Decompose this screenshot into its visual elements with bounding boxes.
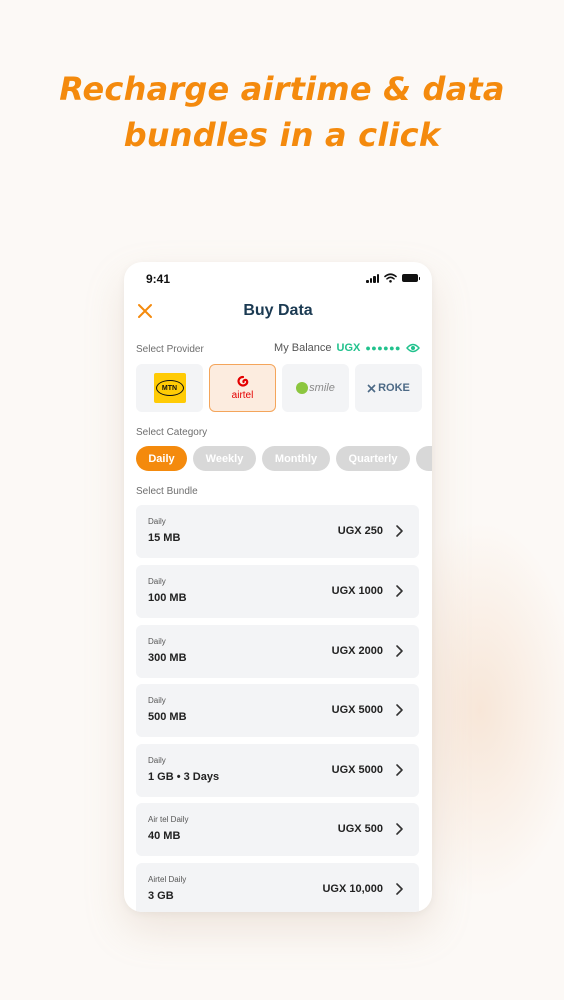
airtel-logo: airtel — [231, 375, 254, 401]
balance-currency: UGX — [336, 342, 361, 354]
bundle-caption: Daily — [148, 756, 166, 765]
balance-label: My Balance — [274, 342, 332, 354]
bundle-row[interactable]: Air tel Daily 40 MB UGX 500 — [136, 803, 419, 856]
status-icons — [366, 273, 420, 283]
mtn-logo: MTN — [153, 373, 186, 403]
select-category-label: Select Category — [136, 427, 208, 438]
chevron-right-icon — [396, 823, 403, 835]
bundle-row[interactable]: Daily 15 MB UGX 250 — [136, 505, 419, 558]
bundle-caption: Daily — [148, 577, 166, 586]
bundle-size: 1 GB • 3 Days — [148, 771, 220, 783]
bundle-caption: Air tel Daily — [148, 815, 189, 824]
bundle-size: 3 GB — [148, 890, 174, 902]
wifi-icon — [384, 273, 397, 283]
category-chip[interactable]: Quarterly — [336, 446, 410, 471]
smile-logo-text: smile — [309, 382, 335, 394]
bundle-price: UGX 250 — [337, 525, 383, 537]
chevron-right-icon — [396, 764, 403, 776]
bundle-size: 100 MB — [148, 592, 187, 604]
bundle-size: 300 MB — [148, 652, 187, 664]
headline-line-2: bundles in a click — [123, 116, 441, 154]
bundle-caption: Daily — [148, 637, 166, 646]
signal-icon — [366, 273, 379, 283]
battery-icon — [402, 274, 420, 282]
roke-mark-icon — [367, 383, 376, 393]
bundle-caption: Daily — [148, 517, 166, 526]
chevron-right-icon — [396, 525, 403, 537]
bundle-row[interactable]: Daily 300 MB UGX 2000 — [136, 625, 419, 678]
provider-smile[interactable]: smile — [282, 364, 349, 412]
phone-screen: 9:41 Buy Data Select Provider My Balance… — [124, 262, 432, 912]
bundle-price: UGX 5000 — [331, 704, 383, 716]
bundle-price: UGX 2000 — [331, 645, 383, 657]
bundle-size: 15 MB — [148, 532, 181, 544]
chevron-right-icon — [396, 883, 403, 895]
airtel-swirl-icon — [236, 375, 248, 387]
balance-masked: ●●●●●● — [365, 343, 401, 353]
category-chip[interactable]: Weekly — [193, 446, 256, 471]
chevron-right-icon — [396, 585, 403, 597]
bundle-price: UGX 500 — [337, 823, 383, 835]
chevron-right-icon — [396, 704, 403, 716]
category-chip[interactable]: Monthly — [262, 446, 330, 471]
eye-icon[interactable] — [406, 343, 420, 353]
headline-line-1: Recharge airtime & data — [59, 70, 505, 108]
category-chip[interactable]: Daily — [136, 446, 187, 471]
category-tabs: Daily Weekly Monthly Quarterly Y — [136, 446, 432, 471]
balance-display: My Balance UGX ●●●●●● — [274, 342, 420, 354]
bundle-price: UGX 5000 — [331, 764, 383, 776]
page-title: Buy Data — [243, 302, 313, 319]
roke-logo-text: ROKE — [378, 382, 410, 394]
promo-headline: Recharge airtime & data bundles in a cli… — [0, 66, 564, 158]
bundle-price: UGX 1000 — [331, 585, 383, 597]
bundle-row[interactable]: Daily 100 MB UGX 1000 — [136, 565, 419, 618]
select-provider-label: Select Provider — [136, 344, 204, 355]
select-bundle-label: Select Bundle — [136, 486, 198, 497]
smile-dot-icon — [296, 382, 309, 394]
bundle-caption: Airtel Daily — [148, 875, 187, 884]
status-bar: 9:41 — [124, 262, 432, 296]
provider-mtn[interactable]: MTN — [136, 364, 203, 412]
roke-logo: ROKE — [367, 382, 410, 394]
bundle-row[interactable]: Daily 500 MB UGX 5000 — [136, 684, 419, 737]
airtel-logo-text: airtel — [231, 390, 254, 401]
bundle-row[interactable]: Airtel Daily 3 GB UGX 10,000 — [136, 863, 419, 912]
bundle-caption: Daily — [148, 696, 166, 705]
bundle-size: 40 MB — [148, 830, 181, 842]
bundle-price: UGX 10,000 — [322, 883, 383, 895]
provider-roke[interactable]: ROKE — [355, 364, 422, 412]
bundle-row[interactable]: Daily 1 GB • 3 Days UGX 5000 — [136, 744, 419, 797]
status-time: 9:41 — [146, 272, 171, 286]
bundle-size: 500 MB — [148, 711, 187, 723]
provider-list: MTN airtel smile ROKE — [136, 364, 422, 412]
smile-logo: smile — [296, 382, 335, 394]
chevron-right-icon — [396, 645, 403, 657]
mtn-logo-text: MTN — [155, 380, 184, 396]
provider-airtel[interactable]: airtel — [209, 364, 276, 412]
category-chip[interactable]: Y — [416, 446, 432, 471]
